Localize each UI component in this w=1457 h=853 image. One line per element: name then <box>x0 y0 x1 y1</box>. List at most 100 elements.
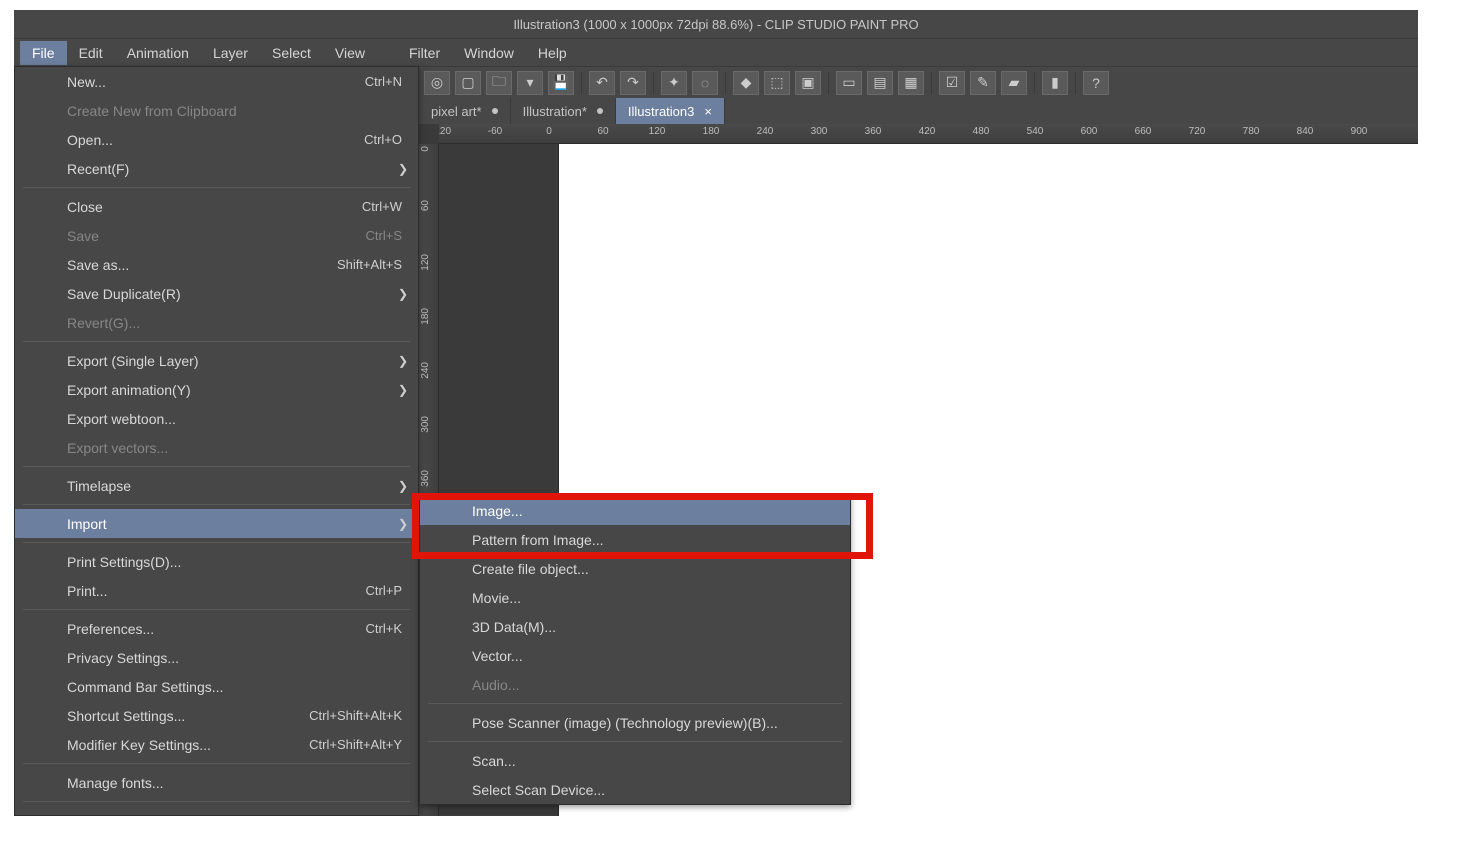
ruler-tick: 300 <box>811 126 828 137</box>
chevron-icon[interactable]: ▾ <box>517 71 543 95</box>
menu-item[interactable]: Movie... <box>420 583 850 612</box>
menu-item[interactable]: Connect to smartphone... <box>15 806 418 816</box>
bucket-icon[interactable]: ⬚ <box>764 71 790 95</box>
menu-item[interactable]: Print Settings(D)... <box>15 547 418 576</box>
select-icon[interactable]: ▭ <box>836 71 862 95</box>
ruler-tick: 180 <box>421 308 431 325</box>
menu-item[interactable]: Command Bar Settings... <box>15 672 418 701</box>
menu-window[interactable]: Window <box>452 41 526 65</box>
ruler-tick: 300 <box>421 416 431 433</box>
fill-icon[interactable]: ◆ <box>733 71 759 95</box>
menu-shortcut: Ctrl+N <box>365 74 402 89</box>
menu-item-label: Open... <box>67 132 364 148</box>
menu-layer[interactable]: Layer <box>201 41 260 65</box>
highlight-icon[interactable]: ▰ <box>1001 71 1027 95</box>
new-doc-icon[interactable]: ▢ <box>455 71 481 95</box>
menu-view[interactable]: View <box>323 41 377 65</box>
menu-item[interactable]: Export (Single Layer)❯ <box>15 346 418 375</box>
ruler-tick: 600 <box>1081 126 1098 137</box>
menu-item-label: Revert(G)... <box>67 315 402 331</box>
menu-item[interactable]: Print...Ctrl+P <box>15 576 418 605</box>
menu-filter[interactable]: Filter <box>397 41 452 65</box>
menu-item[interactable]: Export animation(Y)❯ <box>15 375 418 404</box>
draw-icon[interactable]: ✎ <box>970 71 996 95</box>
modified-dot-icon <box>492 108 498 114</box>
menu-item[interactable]: Preferences...Ctrl+K <box>15 614 418 643</box>
menu-item[interactable]: Privacy Settings... <box>15 643 418 672</box>
modified-dot-icon <box>597 108 603 114</box>
menu-item[interactable]: Save Duplicate(R)❯ <box>15 279 418 308</box>
erase-icon[interactable]: ◌ <box>692 71 718 95</box>
menu-item-label: Privacy Settings... <box>67 650 402 666</box>
menu-item[interactable]: Pose Scanner (image) (Technology preview… <box>420 708 850 737</box>
scale-icon[interactable]: ▤ <box>867 71 893 95</box>
menu-item-label: Export webtoon... <box>67 411 402 427</box>
doc-tab[interactable]: pixel art* <box>419 98 511 124</box>
line-icon[interactable]: ☑ <box>939 71 965 95</box>
menu-shortcut: Ctrl+P <box>366 583 402 598</box>
menu-file[interactable]: File <box>20 41 67 65</box>
device-icon[interactable]: ▮ <box>1042 71 1068 95</box>
doc-tab[interactable]: Illustration* <box>511 98 616 124</box>
menu-item: SaveCtrl+S <box>15 221 418 250</box>
ruler-tick: 720 <box>1189 126 1206 137</box>
menu-item-label: Recent(F) <box>67 161 402 177</box>
menu-shortcut: Ctrl+Shift+Alt+K <box>309 708 402 723</box>
menu-item[interactable]: Timelapse❯ <box>15 471 418 500</box>
menu-item: Audio... <box>420 670 850 699</box>
redo-icon[interactable]: ↷ <box>620 71 646 95</box>
menu-item-label: Vector... <box>472 648 834 664</box>
menu-separator <box>428 703 842 704</box>
menu-item-label: Create file object... <box>472 561 834 577</box>
menu-item[interactable]: Manage fonts... <box>15 768 418 797</box>
menu-item[interactable]: 3D Data(M)... <box>420 612 850 641</box>
menu-item[interactable]: Create file object... <box>420 554 850 583</box>
close-icon[interactable]: × <box>704 104 712 119</box>
menu-bar: FileEditAnimationLayerSelectView FilterWi… <box>14 38 1418 66</box>
menu-item[interactable]: Open...Ctrl+O <box>15 125 418 154</box>
menu-select[interactable]: Select <box>260 41 323 65</box>
menu-item[interactable]: Import❯ <box>15 509 418 538</box>
menu-item[interactable]: Modifier Key Settings...Ctrl+Shift+Alt+Y <box>15 730 418 759</box>
menu-item[interactable]: CloseCtrl+W <box>15 192 418 221</box>
clear-icon[interactable]: ✦ <box>661 71 687 95</box>
menu-item[interactable]: Pattern from Image... <box>420 525 850 554</box>
menu-separator <box>23 341 410 342</box>
menu-item[interactable]: Recent(F)❯ <box>15 154 418 183</box>
menu-animation[interactable]: Animation <box>115 41 201 65</box>
menu-edit[interactable]: Edit <box>67 41 115 65</box>
ruler-tick: 540 <box>1027 126 1044 137</box>
menu-item[interactable]: Select Scan Device... <box>420 775 850 804</box>
doc-tab-label: pixel art* <box>431 104 482 119</box>
menu-item[interactable]: Shortcut Settings...Ctrl+Shift+Alt+K <box>15 701 418 730</box>
menu-item[interactable]: Vector... <box>420 641 850 670</box>
menu-separator <box>428 741 842 742</box>
open-folder-icon[interactable]: 🗀 <box>486 71 512 95</box>
menu-item-label: Scan... <box>472 753 834 769</box>
help-icon[interactable]: ? <box>1083 71 1109 95</box>
menu-item[interactable]: Save as...Shift+Alt+S <box>15 250 418 279</box>
menu-item[interactable]: Scan... <box>420 746 850 775</box>
save-icon[interactable]: 💾 <box>548 71 574 95</box>
menu-item-label: Select Scan Device... <box>472 782 834 798</box>
menu-item: Revert(G)... <box>15 308 418 337</box>
menu-item-label: Command Bar Settings... <box>67 679 402 695</box>
menu-item[interactable]: Image... <box>420 496 850 525</box>
undo-icon[interactable]: ↶ <box>589 71 615 95</box>
ruler-tick: 180 <box>703 126 720 137</box>
menu-item-label: Export vectors... <box>67 440 402 456</box>
canvas-icon[interactable]: ▦ <box>898 71 924 95</box>
ruler-tick: 0 <box>421 146 431 152</box>
menu-item-label: Export (Single Layer) <box>67 353 402 369</box>
menu-shortcut: Ctrl+O <box>364 132 402 147</box>
doc-tab[interactable]: Illustration3× <box>616 98 725 124</box>
title-bar: Illustration3 (1000 x 1000px 72dpi 88.6%… <box>14 10 1418 38</box>
ruler-tick: 780 <box>1243 126 1260 137</box>
menu-item[interactable]: New...Ctrl+N <box>15 67 418 96</box>
menu-item: Create New from Clipboard <box>15 96 418 125</box>
menu-item[interactable]: Export webtoon... <box>15 404 418 433</box>
ruler-tick: 0 <box>546 126 552 137</box>
crop-icon[interactable]: ▣ <box>795 71 821 95</box>
menu-help[interactable]: Help <box>526 41 579 65</box>
clip-icon[interactable]: ◎ <box>424 71 450 95</box>
